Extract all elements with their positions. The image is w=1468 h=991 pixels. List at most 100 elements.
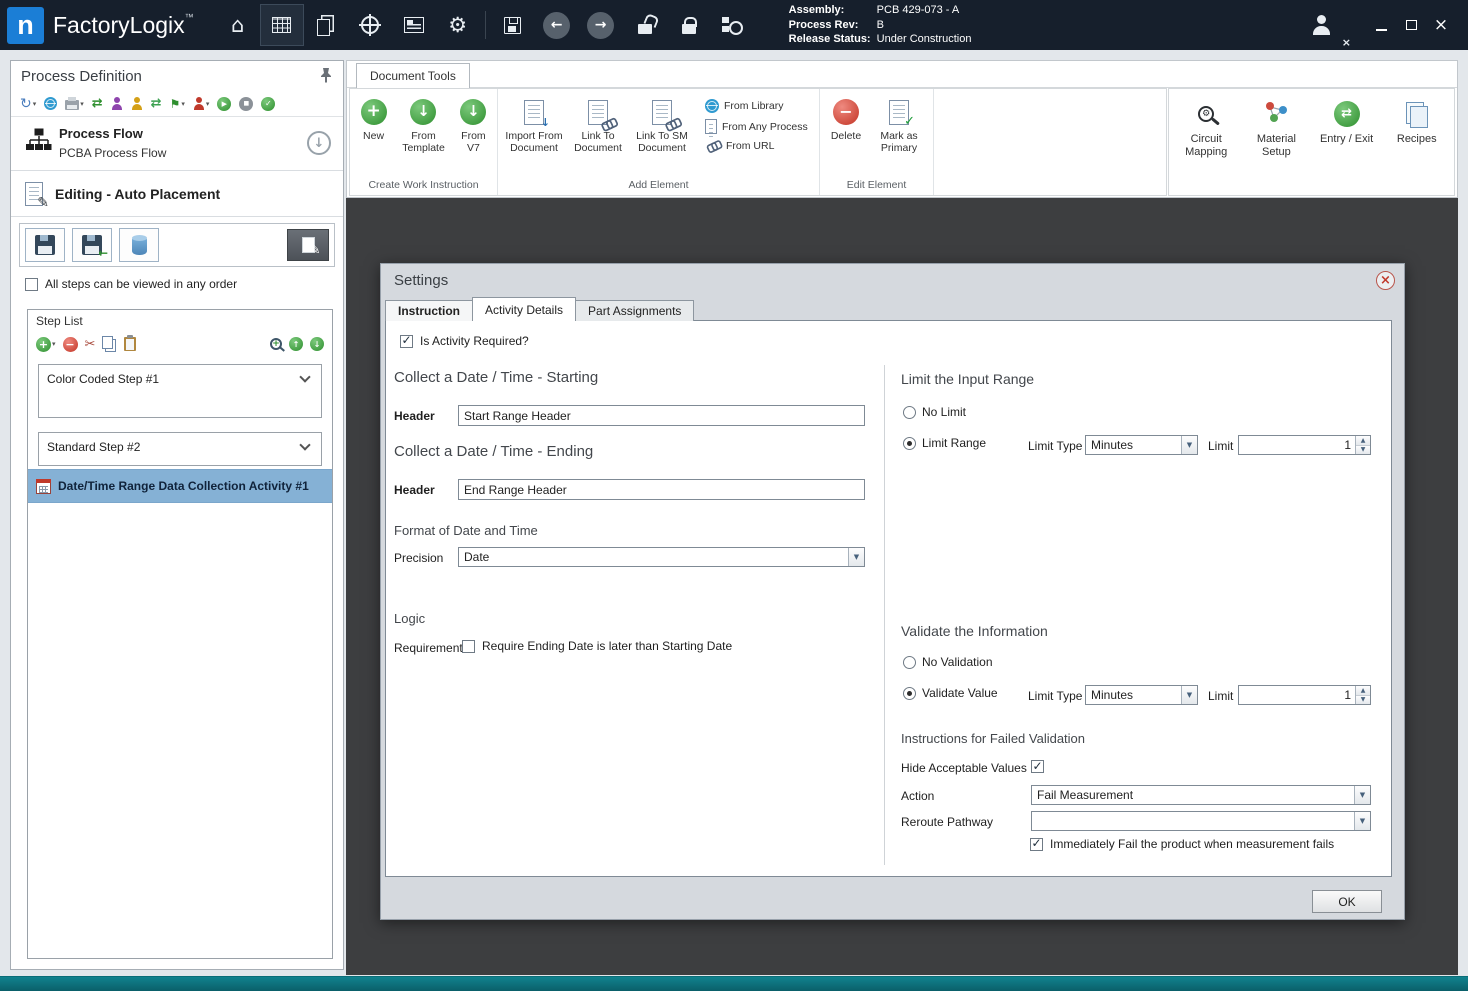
import-step-button[interactable]: ←: [72, 228, 112, 262]
validate-limit-input[interactable]: [1239, 686, 1355, 704]
sync-button[interactable]: ⇄: [151, 96, 162, 111]
start-header-input[interactable]: [458, 405, 865, 426]
limit-spinner[interactable]: ▲▼: [1238, 435, 1371, 455]
tab-instruction[interactable]: Instruction: [385, 300, 473, 321]
validate-limit-spinner[interactable]: ▲▼: [1238, 685, 1371, 705]
selected-activity-row[interactable]: Date/Time Range Data Collection Activity…: [28, 469, 332, 503]
order-checkbox-row[interactable]: All steps can be viewed in any order: [25, 277, 237, 291]
tracking-button[interactable]: [348, 4, 392, 46]
settings-button[interactable]: ⚙: [436, 4, 480, 46]
step-expand-chevron[interactable]: [299, 371, 311, 383]
lock-button[interactable]: [667, 4, 711, 46]
activity-required-row[interactable]: ✓ Is Activity Required?: [400, 333, 529, 348]
dropdown-arrow-icon[interactable]: ▼: [848, 548, 864, 566]
end-header-input[interactable]: [458, 479, 865, 500]
validate-value-option[interactable]: Validate Value: [903, 686, 998, 700]
dropdown-arrow-icon[interactable]: ▼: [1181, 686, 1197, 704]
reports-button[interactable]: [392, 4, 436, 46]
add-step-button[interactable]: + ▾: [36, 336, 56, 352]
status-button[interactable]: ✓: [261, 96, 276, 111]
no-limit-option[interactable]: No Limit: [903, 405, 966, 419]
limit-range-option[interactable]: Limit Range: [903, 436, 986, 450]
from-template-button[interactable]: ↓ From Template: [395, 94, 452, 177]
precision-select[interactable]: Date ▼: [458, 547, 865, 567]
dropdown-arrow-icon[interactable]: ▼: [1354, 786, 1370, 804]
find-assembly-button[interactable]: [711, 4, 755, 46]
forward-button[interactable]: →: [579, 4, 623, 46]
from-any-process-button[interactable]: From Any Process: [705, 119, 808, 137]
start-button[interactable]: ▶: [217, 96, 232, 111]
import-from-document-button[interactable]: ↓ Import From Document: [502, 94, 566, 177]
circuit-mapping-button[interactable]: ⚙ Circuit Mapping: [1173, 98, 1239, 195]
no-validation-radio[interactable]: [903, 655, 916, 669]
from-url-button[interactable]: From URL: [705, 140, 808, 152]
material-setup-button[interactable]: Material Setup: [1243, 98, 1309, 195]
entry-exit-button[interactable]: ⇄ Entry / Exit: [1314, 98, 1380, 195]
unlock-button[interactable]: [623, 4, 667, 46]
spin-up-button[interactable]: ▲: [1356, 686, 1370, 696]
save-button[interactable]: [491, 4, 535, 46]
limit-type-select[interactable]: Minutes ▼: [1085, 435, 1198, 455]
transfer-button[interactable]: ⇄: [92, 96, 103, 111]
from-library-button[interactable]: From Library: [705, 99, 808, 113]
link-to-document-button[interactable]: Link To Document: [568, 94, 628, 177]
spin-up-button[interactable]: ▲: [1356, 436, 1370, 446]
step-row[interactable]: Standard Step #2: [38, 432, 322, 466]
cut-button[interactable]: ✂: [85, 337, 96, 352]
spin-down-button[interactable]: ▼: [1356, 445, 1370, 454]
database-button[interactable]: [119, 228, 159, 262]
limit-range-radio[interactable]: [903, 436, 916, 450]
tab-document-tools[interactable]: Document Tools: [356, 63, 470, 88]
flag-menu-button[interactable]: ⚑ ▾: [170, 97, 185, 111]
back-button[interactable]: ←: [535, 4, 579, 46]
recipes-button[interactable]: Recipes: [1384, 98, 1450, 195]
stop-button[interactable]: ■: [239, 96, 254, 111]
no-limit-radio[interactable]: [903, 405, 916, 419]
link-to-sm-document-button[interactable]: Link To SM Document: [630, 94, 694, 177]
process-definition-button[interactable]: [259, 4, 304, 46]
home-button[interactable]: ⌂: [216, 4, 260, 46]
immediately-fail-checkbox[interactable]: ✓: [1030, 836, 1043, 851]
requirement-row[interactable]: Require Ending Date is later than Starti…: [462, 639, 732, 653]
pin-icon[interactable]: [319, 67, 333, 86]
spin-down-button[interactable]: ▼: [1356, 695, 1370, 704]
user-purple-button[interactable]: [111, 97, 123, 110]
order-checkbox[interactable]: [25, 277, 38, 291]
edit-mode-button[interactable]: ✎: [287, 229, 329, 261]
maximize-button[interactable]: [1396, 10, 1426, 40]
zoom-step-button[interactable]: +: [270, 338, 282, 350]
collapse-all-button[interactable]: ↓: [310, 337, 324, 351]
refresh-menu-button[interactable]: ↻ ▾: [20, 96, 36, 112]
immediately-fail-row[interactable]: ✓ Immediately Fail the product when meas…: [1030, 836, 1334, 851]
minimize-button[interactable]: [1366, 10, 1396, 40]
save-step-button[interactable]: [25, 228, 65, 262]
new-button[interactable]: + New: [354, 94, 393, 177]
print-menu-button[interactable]: ▾: [65, 97, 84, 110]
copy-button[interactable]: [102, 336, 117, 349]
close-button[interactable]: ×: [1426, 10, 1456, 40]
collapse-section-button[interactable]: ↓: [307, 131, 331, 155]
no-validation-option[interactable]: No Validation: [903, 655, 993, 669]
user-gold-button[interactable]: [131, 97, 143, 110]
activity-required-checkbox[interactable]: ✓: [400, 333, 413, 348]
from-v7-button[interactable]: ↓ From V7: [454, 94, 493, 177]
globe-button[interactable]: [44, 97, 58, 110]
expand-all-button[interactable]: ↑: [289, 337, 303, 351]
requirement-checkbox[interactable]: [462, 639, 475, 653]
delete-button[interactable]: − Delete: [824, 94, 868, 177]
user-button[interactable]: ×: [1300, 5, 1351, 49]
step-row[interactable]: Color Coded Step #1: [38, 364, 322, 418]
reroute-pathway-select[interactable]: ▼: [1031, 811, 1371, 831]
step-expand-chevron[interactable]: [299, 439, 311, 451]
ok-button[interactable]: OK: [1312, 890, 1382, 913]
action-select[interactable]: Fail Measurement ▼: [1031, 785, 1371, 805]
dropdown-arrow-icon[interactable]: ▼: [1181, 436, 1197, 454]
process-flow-row[interactable]: Process Flow PCBA Process Flow ↓: [11, 117, 343, 171]
dialog-close-button[interactable]: ×: [1376, 271, 1395, 290]
mark-as-primary-button[interactable]: ✓ Mark as Primary: [870, 94, 928, 177]
hide-acceptable-checkbox[interactable]: ✓: [1031, 759, 1044, 773]
dropdown-arrow-icon[interactable]: ▼: [1354, 812, 1370, 830]
validate-limit-type-select[interactable]: Minutes ▼: [1085, 685, 1198, 705]
remove-step-button[interactable]: −: [62, 336, 78, 352]
production-button[interactable]: [304, 4, 348, 46]
